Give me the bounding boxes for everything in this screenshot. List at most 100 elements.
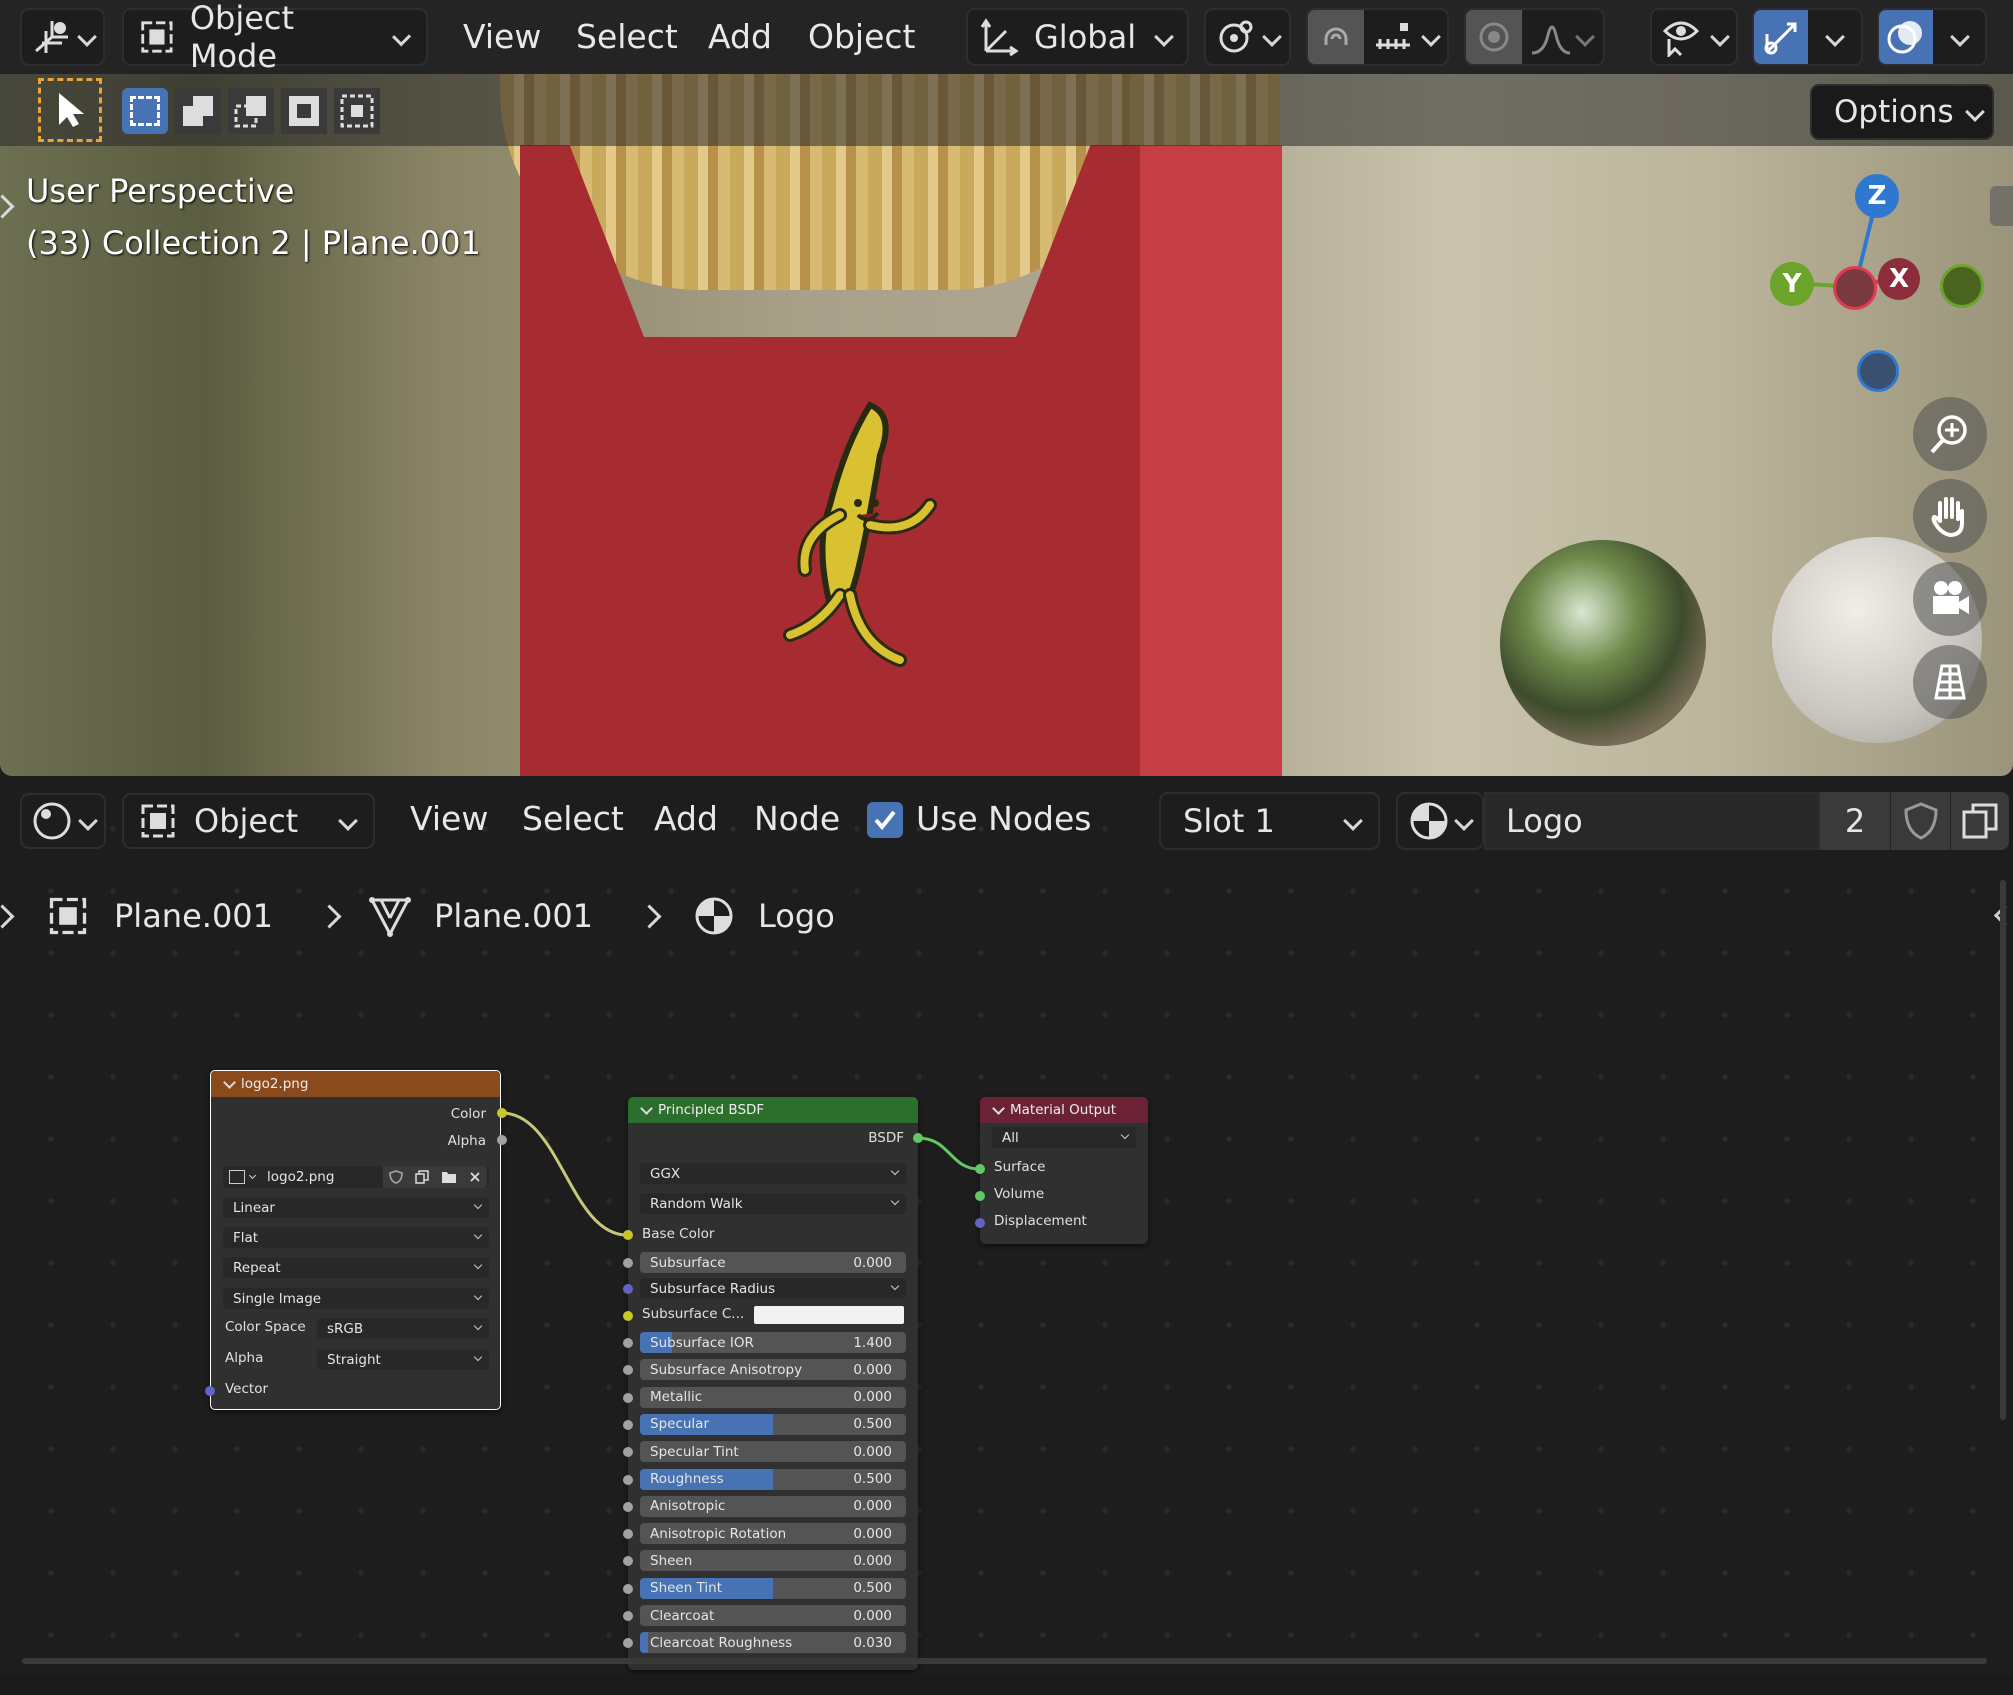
alpha-mode-value: Straight (327, 1351, 381, 1368)
socket-param-input[interactable] (623, 1392, 633, 1403)
socket-param-input[interactable] (623, 1611, 633, 1621)
horizontal-scrollbar[interactable] (22, 1658, 1987, 1664)
chevron-down-icon (473, 1321, 483, 1331)
vertical-scrollbar[interactable] (2000, 880, 2006, 1420)
param-value: 0.000 (853, 1607, 892, 1624)
socket-color-output[interactable] (497, 1108, 507, 1118)
param-slider[interactable]: Clearcoat 0.000 (640, 1605, 906, 1626)
param-fill (640, 1632, 648, 1654)
image-datablock-field[interactable]: logo2.png (223, 1166, 489, 1188)
param-slider[interactable]: Specular Tint 0.000 (640, 1441, 906, 1463)
param-value: 0.000 (853, 1552, 892, 1569)
surface-input-label: Surface (994, 1159, 1046, 1175)
param-value: 0.500 (853, 1580, 892, 1597)
socket-param-input[interactable] (623, 1583, 633, 1594)
subsurface-radius-label: Subsurface Radius (650, 1280, 776, 1297)
socket-param-input[interactable] (623, 1501, 633, 1512)
param-label: Subsurface Anisotropy (650, 1361, 803, 1378)
param-value: 0.000 (853, 1525, 892, 1542)
socket-param-input[interactable] (623, 1338, 633, 1348)
param-label: Subsurface IOR (650, 1334, 754, 1351)
socket-displacement-input[interactable] (975, 1218, 985, 1228)
socket-subsurface-radius-input[interactable] (623, 1284, 633, 1294)
vector-input-label: Vector (225, 1381, 269, 1397)
base-color-label: Base Color (642, 1226, 715, 1242)
param-slider[interactable]: Specular 0.500 (640, 1413, 906, 1435)
socket-param-input[interactable] (623, 1474, 633, 1485)
folder-icon[interactable] (441, 1170, 457, 1184)
subsurface-method-dropdown[interactable]: Random Walk (640, 1193, 906, 1214)
node-links (501, 1111, 980, 1237)
principled-bsdf-node[interactable]: Principled BSDF BSDF GGX Random Walk Bas… (628, 1097, 918, 1670)
socket-surface-input[interactable] (975, 1164, 985, 1174)
alpha-mode-label: Alpha (225, 1350, 264, 1366)
param-label: Sheen Tint (650, 1580, 723, 1597)
interpolation-dropdown[interactable]: Linear (223, 1197, 489, 1218)
output-node-header[interactable]: Material Output (980, 1097, 1148, 1123)
distribution-dropdown[interactable]: GGX (640, 1163, 906, 1184)
param-value: 0.030 (853, 1634, 892, 1651)
param-slider[interactable]: Anisotropic 0.000 (640, 1495, 906, 1517)
param-label: Clearcoat (650, 1607, 715, 1624)
displacement-input-label: Displacement (994, 1213, 1087, 1229)
output-node-title: Material Output (1010, 1102, 1117, 1118)
close-icon[interactable] (469, 1171, 481, 1183)
chevron-down-icon (890, 1196, 900, 1206)
param-value: 0.000 (853, 1443, 892, 1460)
chevron-down-icon (248, 1171, 257, 1179)
socket-subsurface-input[interactable] (623, 1258, 633, 1268)
param-slider[interactable]: Clearcoat Roughness 0.030 (640, 1632, 906, 1654)
param-value: 0.500 (853, 1471, 892, 1487)
param-slider[interactable]: Anisotropic Rotation 0.000 (640, 1523, 906, 1545)
socket-subsurface-color-input[interactable] (623, 1311, 633, 1321)
link-color-to-basecolor (501, 1111, 628, 1237)
param-label: Subsurface (650, 1254, 726, 1271)
param-value: 0.000 (853, 1361, 892, 1378)
param-label: Roughness (650, 1471, 724, 1487)
extension-dropdown[interactable]: Repeat (223, 1257, 489, 1278)
param-slider[interactable]: Subsurface Anisotropy 0.000 (640, 1359, 906, 1381)
chevron-down-icon (473, 1230, 483, 1240)
source-dropdown[interactable]: Single Image (223, 1288, 489, 1309)
subsurface-color-label: Subsurface C... (642, 1306, 745, 1322)
alpha-mode-dropdown[interactable]: Straight (317, 1349, 489, 1370)
projection-dropdown[interactable]: Flat (223, 1227, 489, 1248)
color-space-value: sRGB (327, 1320, 364, 1337)
param-slider[interactable]: Subsurface 0.000 (640, 1252, 906, 1273)
subsurface-radius-dropdown[interactable]: Subsurface Radius (640, 1278, 906, 1299)
param-label: Specular Tint (650, 1443, 739, 1460)
chevron-down-icon (1120, 1130, 1130, 1140)
target-value: All (1002, 1129, 1019, 1146)
color-space-dropdown[interactable]: sRGB (317, 1318, 489, 1339)
shield-icon[interactable] (389, 1170, 403, 1184)
socket-volume-input[interactable] (975, 1191, 985, 1201)
param-slider[interactable]: Metallic 0.000 (640, 1386, 906, 1408)
target-dropdown[interactable]: All (992, 1127, 1136, 1148)
param-value: 0.500 (853, 1416, 892, 1433)
bsdf-node-title: Principled BSDF (658, 1102, 765, 1118)
socket-alpha-output[interactable] (497, 1135, 507, 1145)
param-slider[interactable]: Sheen 0.000 (640, 1550, 906, 1572)
interpolation-value: Linear (233, 1199, 275, 1216)
param-slider[interactable]: Roughness 0.500 (640, 1468, 906, 1490)
copy-icon[interactable] (415, 1170, 429, 1184)
subsurface-color-swatch[interactable] (754, 1306, 904, 1324)
param-label: Specular (650, 1416, 709, 1433)
param-label: Anisotropic (650, 1498, 726, 1515)
extension-value: Repeat (233, 1259, 281, 1276)
socket-vector-input[interactable] (205, 1386, 215, 1396)
image-texture-node[interactable]: logo2.png Color Alpha logo2.png Linear F… (210, 1070, 501, 1410)
socket-bsdf-output[interactable] (913, 1133, 923, 1143)
socket-param-input[interactable] (623, 1419, 633, 1430)
footer-bar (0, 1676, 2013, 1695)
source-value: Single Image (233, 1290, 322, 1307)
param-slider[interactable]: Subsurface IOR 1.400 (640, 1332, 906, 1353)
bsdf-node-header[interactable]: Principled BSDF (628, 1097, 918, 1123)
param-slider[interactable]: Sheen Tint 0.500 (640, 1577, 906, 1599)
volume-input-label: Volume (994, 1186, 1045, 1202)
image-node-header[interactable]: logo2.png (211, 1071, 500, 1097)
image-node-title: logo2.png (241, 1076, 309, 1092)
chevron-down-icon (473, 1200, 483, 1210)
socket-base-color-input[interactable] (623, 1230, 633, 1240)
material-output-node[interactable]: Material Output All Surface Volume Displ… (980, 1097, 1148, 1244)
